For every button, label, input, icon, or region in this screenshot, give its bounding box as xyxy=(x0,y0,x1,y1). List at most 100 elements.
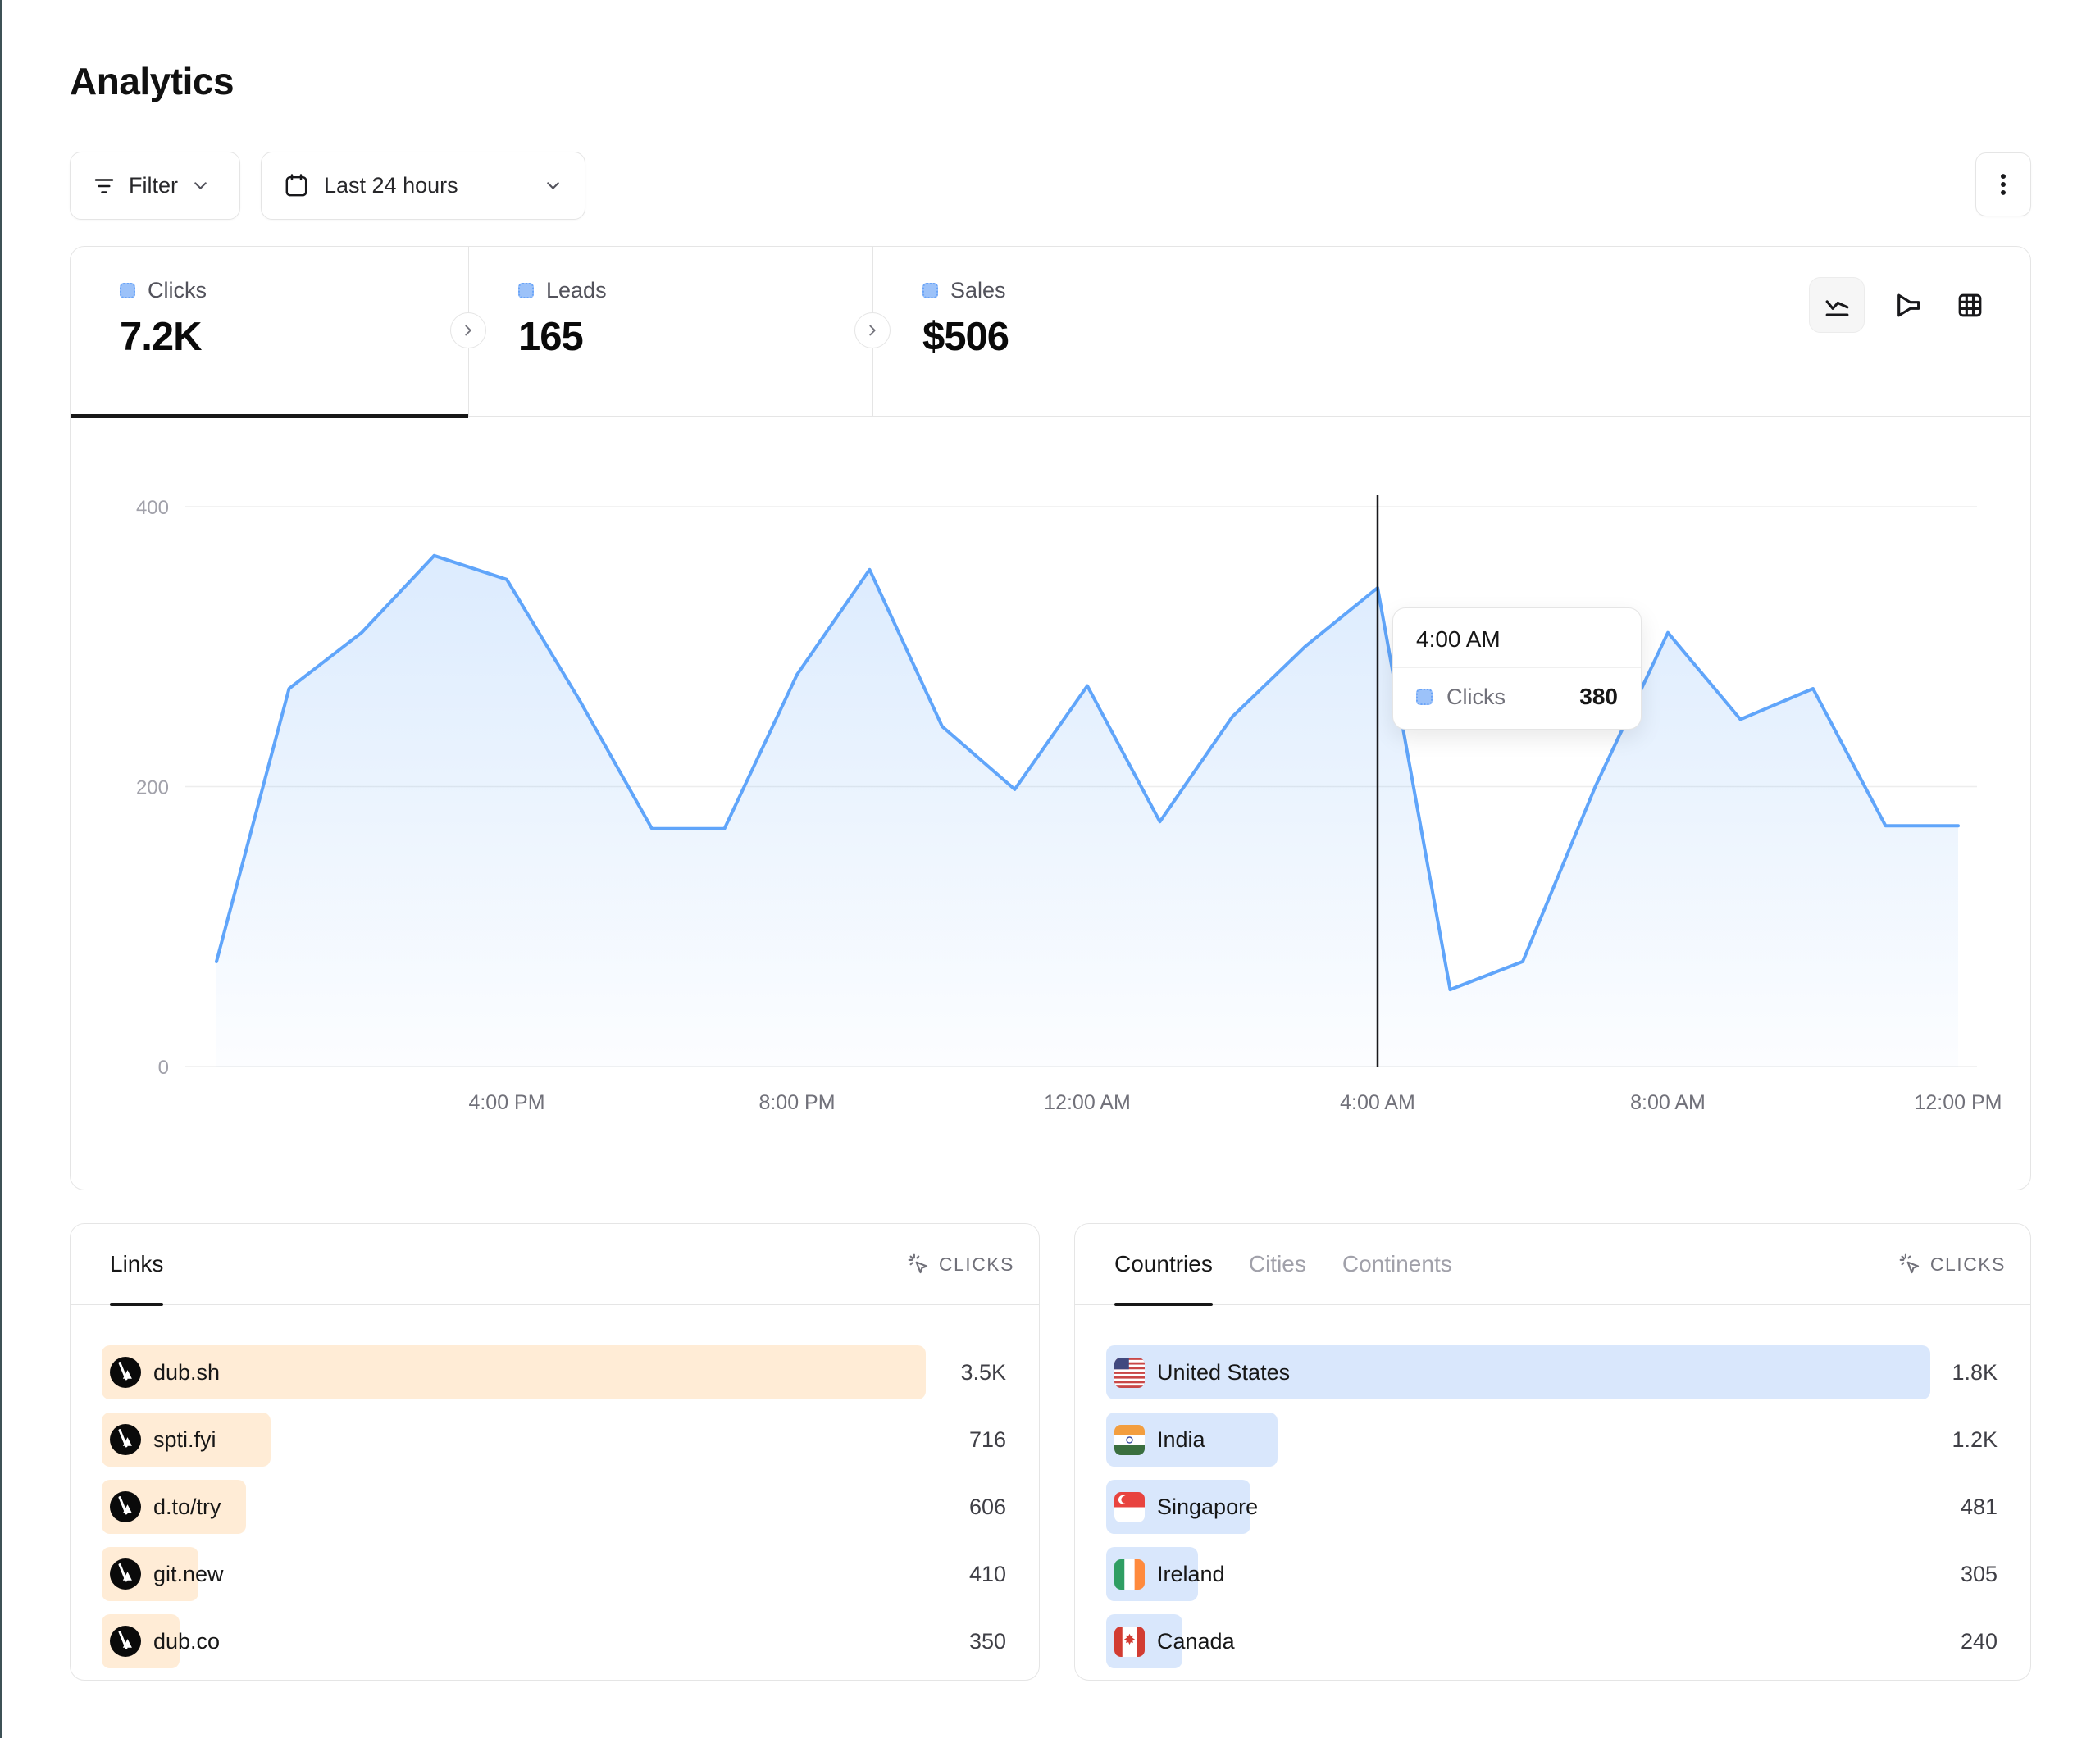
dub-logo-icon xyxy=(110,1626,141,1657)
y-axis-tick: 200 xyxy=(136,777,169,799)
funnel-icon xyxy=(1893,290,1923,321)
left-edge-strip xyxy=(0,0,2,1738)
links-list: dub.sh 3.5K spti.fyi 716 d.to/try 606 gi… xyxy=(71,1305,1039,1668)
links-panel: Links CLICKS dub.sh 3.5K spti.fyi 716 d.… xyxy=(70,1223,1040,1681)
country-list-item[interactable]: Ireland 305 xyxy=(1106,1547,1999,1601)
tooltip-series-label: Clicks xyxy=(1446,685,1565,710)
countries-panel-header: Countries Cities Continents CLICKS xyxy=(1075,1224,2030,1305)
country-clicks-value: 1.8K xyxy=(1952,1360,1998,1385)
sg-flag-icon xyxy=(1114,1492,1145,1522)
country-list-item[interactable]: Canada 240 xyxy=(1106,1614,1999,1668)
link-label: dub.sh xyxy=(153,1360,220,1385)
stat-label: Sales xyxy=(950,278,1006,303)
link-clicks-value: 410 xyxy=(969,1562,1006,1587)
metric-label: CLICKS xyxy=(939,1253,1014,1276)
filter-button-label: Filter xyxy=(129,173,178,198)
link-clicks-value: 3.5K xyxy=(960,1360,1006,1385)
link-list-item[interactable]: dub.sh 3.5K xyxy=(102,1345,1008,1399)
country-list-item[interactable]: United States 1.8K xyxy=(1106,1345,1999,1399)
country-list-item[interactable]: India 1.2K xyxy=(1106,1413,1999,1467)
dub-logo-icon xyxy=(110,1491,141,1522)
metric-label: CLICKS xyxy=(1930,1253,2006,1276)
filter-button[interactable]: Filter xyxy=(70,152,240,220)
links-panel-header: Links CLICKS xyxy=(71,1224,1039,1305)
link-clicks-value: 350 xyxy=(969,1629,1006,1654)
ie-flag-icon xyxy=(1114,1559,1145,1590)
chevron-right-icon xyxy=(863,321,881,339)
link-label: d.to/try xyxy=(153,1495,221,1520)
link-clicks-value: 606 xyxy=(969,1495,1006,1520)
clicks-metric-selector[interactable]: CLICKS xyxy=(1899,1253,2006,1276)
clicks-area-fill xyxy=(216,556,1958,1067)
tooltip-time: 4:00 AM xyxy=(1393,608,1641,667)
country-clicks-value: 481 xyxy=(1961,1495,1998,1520)
country-clicks-value: 305 xyxy=(1961,1562,1998,1587)
chevron-down-icon xyxy=(543,175,563,196)
dub-logo-icon xyxy=(110,1424,141,1455)
leads-legend-swatch xyxy=(518,283,534,298)
link-clicks-value: 716 xyxy=(969,1427,1006,1453)
stat-value: 165 xyxy=(518,314,872,360)
ca-flag-icon xyxy=(1114,1627,1145,1657)
table-grid-icon xyxy=(1955,290,1985,321)
x-axis-tick: 12:00 PM xyxy=(1914,1091,2002,1114)
countries-list: United States 1.8K India 1.2K Singapore … xyxy=(1075,1305,2030,1668)
y-axis-tick: 0 xyxy=(158,1057,169,1079)
chevron-down-icon xyxy=(190,175,211,196)
cursor-click-icon xyxy=(908,1253,930,1276)
line-chart-icon xyxy=(1822,290,1852,321)
link-list-item[interactable]: dub.co 350 xyxy=(102,1614,1008,1668)
country-list-item[interactable]: Singapore 481 xyxy=(1106,1480,1999,1534)
kebab-icon xyxy=(1989,171,2017,198)
tab-continents[interactable]: Continents xyxy=(1342,1224,1452,1304)
calendar-icon xyxy=(283,172,310,199)
tab-sales[interactable]: Sales $506 xyxy=(872,247,2030,416)
tab-links[interactable]: Links xyxy=(110,1224,163,1304)
date-range-label: Last 24 hours xyxy=(324,173,458,198)
link-label: dub.co xyxy=(153,1629,220,1654)
funnel-view-button[interactable] xyxy=(1888,285,1927,325)
countries-panel: Countries Cities Continents CLICKS Unite… xyxy=(1074,1223,2031,1681)
x-axis-tick: 4:00 PM xyxy=(468,1091,544,1114)
country-label: United States xyxy=(1157,1360,1290,1385)
stat-label: Leads xyxy=(546,278,607,303)
dub-logo-icon xyxy=(110,1558,141,1590)
stat-label: Clicks xyxy=(148,278,207,303)
link-label: spti.fyi xyxy=(153,1427,216,1453)
sales-legend-swatch xyxy=(922,283,938,298)
x-axis-tick: 8:00 PM xyxy=(758,1091,835,1114)
country-label: Singapore xyxy=(1157,1495,1258,1520)
stat-chevron-button[interactable] xyxy=(854,312,891,348)
date-range-button[interactable]: Last 24 hours xyxy=(261,152,585,220)
tab-leads[interactable]: Leads 165 xyxy=(468,247,872,416)
link-list-item[interactable]: spti.fyi 716 xyxy=(102,1413,1008,1467)
link-list-item[interactable]: d.to/try 606 xyxy=(102,1480,1008,1534)
x-axis-tick: 4:00 AM xyxy=(1340,1091,1415,1114)
stat-value: 7.2K xyxy=(120,314,468,360)
link-label: git.new xyxy=(153,1562,224,1587)
country-label: Canada xyxy=(1157,1629,1235,1654)
chart-tooltip: 4:00 AM Clicks 380 xyxy=(1392,607,1642,730)
filter-icon xyxy=(92,174,116,198)
x-axis-tick: 8:00 AM xyxy=(1630,1091,1706,1114)
tab-countries[interactable]: Countries xyxy=(1114,1224,1213,1304)
chevron-right-icon xyxy=(459,321,477,339)
chart-view-toggle xyxy=(1809,277,1989,333)
more-menu-button[interactable] xyxy=(1975,152,2031,216)
page-title: Analytics xyxy=(70,59,234,103)
clicks-bar xyxy=(102,1345,926,1399)
clicks-metric-selector[interactable]: CLICKS xyxy=(908,1253,1014,1276)
dub-logo-icon xyxy=(110,1357,141,1388)
clicks-legend-swatch xyxy=(1416,689,1433,705)
line-chart-view-button[interactable] xyxy=(1809,277,1865,333)
analytics-page: Analytics Filter Last 24 hours 400 200 0 4:… xyxy=(0,0,2100,1738)
tab-clicks[interactable]: Clicks 7.2K xyxy=(71,247,468,416)
country-clicks-value: 240 xyxy=(1961,1629,1998,1654)
tab-cities[interactable]: Cities xyxy=(1249,1224,1306,1304)
table-view-button[interactable] xyxy=(1950,285,1989,325)
x-axis-tick: 12:00 AM xyxy=(1044,1091,1131,1114)
y-axis-tick: 400 xyxy=(136,497,169,519)
link-list-item[interactable]: git.new 410 xyxy=(102,1547,1008,1601)
stat-chevron-button[interactable] xyxy=(450,312,486,348)
in-flag-icon xyxy=(1114,1425,1145,1455)
